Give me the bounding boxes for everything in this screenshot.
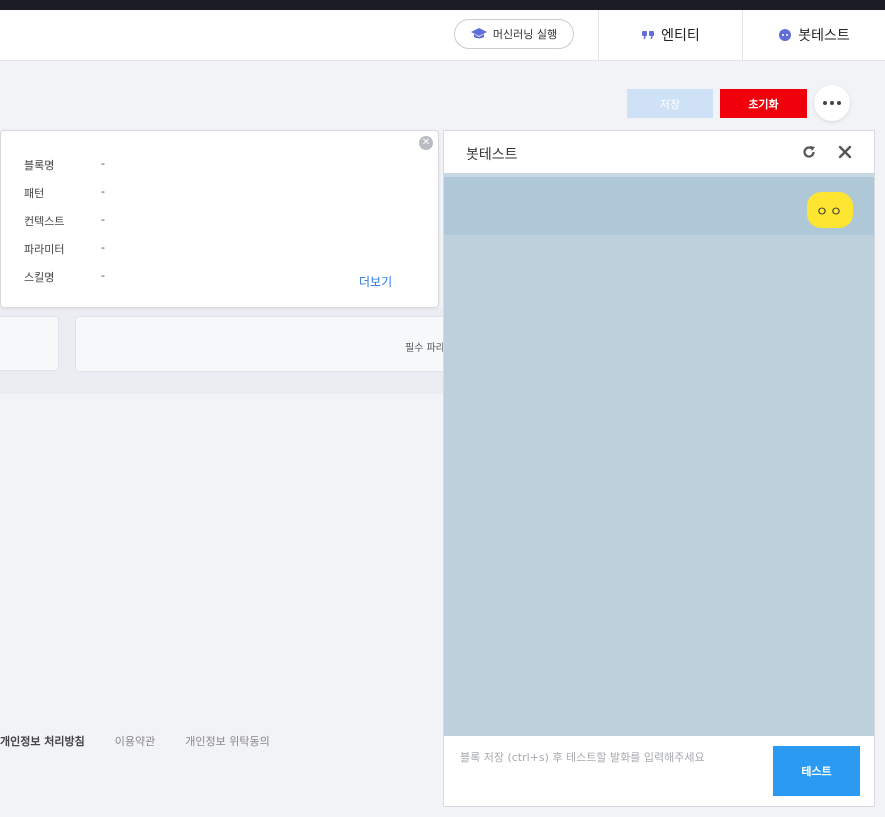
info-row-label: 스킬명 [24, 271, 55, 284]
terms-link[interactable]: 이용약관 [115, 733, 155, 749]
more-options-button[interactable] [814, 85, 850, 121]
info-row: 파라미터 - [24, 241, 105, 257]
block-info-popup: ✕ 블록명 - 패턴 - 컨텍스트 - 파라미터 - 스킬명 - 더보기 [0, 130, 439, 308]
graduation-cap-icon [470, 28, 487, 39]
consent-link[interactable]: 개인정보 위탁동의 [185, 733, 269, 749]
info-row: 블록명 - [24, 157, 105, 173]
info-row: 스킬명 - [24, 269, 105, 285]
dot-icon [837, 101, 841, 105]
refresh-icon[interactable] [801, 144, 817, 160]
info-row: 패턴 - [24, 185, 105, 201]
header: 머신러닝 실행 엔티티 봇테스트 [0, 10, 885, 61]
bottest-tab[interactable]: 봇테스트 [743, 10, 885, 60]
info-row-label: 컨텍스트 [24, 215, 65, 228]
bottest-title: 봇테스트 [466, 147, 518, 163]
reset-button[interactable]: 초기화 [720, 89, 807, 118]
close-icon[interactable] [837, 144, 853, 160]
info-row-label: 파라미터 [24, 243, 65, 256]
chat-area: ㅇㅇ [444, 173, 874, 736]
test-button[interactable]: 테스트 [773, 746, 860, 796]
chat-message-row: ㅇㅇ [444, 173, 874, 235]
utterance-input[interactable] [458, 746, 772, 768]
bottest-header: 봇테스트 [444, 131, 874, 174]
bot-chat-icon [779, 29, 792, 41]
chat-input-area: 테스트 [444, 736, 874, 806]
info-row-value: - [101, 213, 105, 226]
save-button[interactable]: 저장 [627, 89, 713, 118]
info-row-value: - [101, 185, 105, 198]
footer: 개인정보 처리방침 이용약관 개인정보 위탁동의 [0, 733, 300, 749]
entity-tab-label: 엔티티 [661, 28, 700, 44]
info-row-label: 패턴 [24, 187, 45, 200]
info-row-value: - [101, 241, 105, 254]
info-row: 컨텍스트 - [24, 213, 105, 229]
machine-learning-run-button[interactable]: 머신러닝 실행 [454, 19, 574, 49]
more-link[interactable]: 더보기 [359, 273, 392, 290]
bottest-panel: 봇테스트 ㅇㅇ 테스트 [443, 130, 875, 807]
info-row-value: - [101, 157, 105, 170]
quote-icon [642, 31, 655, 39]
required-parameter-box[interactable]: 필수 파라미터 [75, 316, 443, 372]
privacy-policy-link[interactable]: 개인정보 처리방침 [0, 733, 85, 749]
required-parameter-label: 필수 파라미터 [405, 343, 443, 354]
info-row-value: - [101, 269, 105, 282]
close-icon[interactable]: ✕ [419, 136, 433, 150]
top-dark-bar [0, 0, 885, 10]
entity-tab[interactable]: 엔티티 [599, 10, 742, 60]
machine-learning-run-label: 머신러닝 실행 [492, 28, 558, 41]
dot-icon [823, 101, 827, 105]
info-row-label: 블록명 [24, 159, 55, 172]
parameter-box-left[interactable] [0, 316, 59, 371]
dot-icon [830, 101, 834, 105]
user-message-bubble: ㅇㅇ [807, 192, 853, 228]
bottest-tab-label: 봇테스트 [798, 28, 850, 44]
